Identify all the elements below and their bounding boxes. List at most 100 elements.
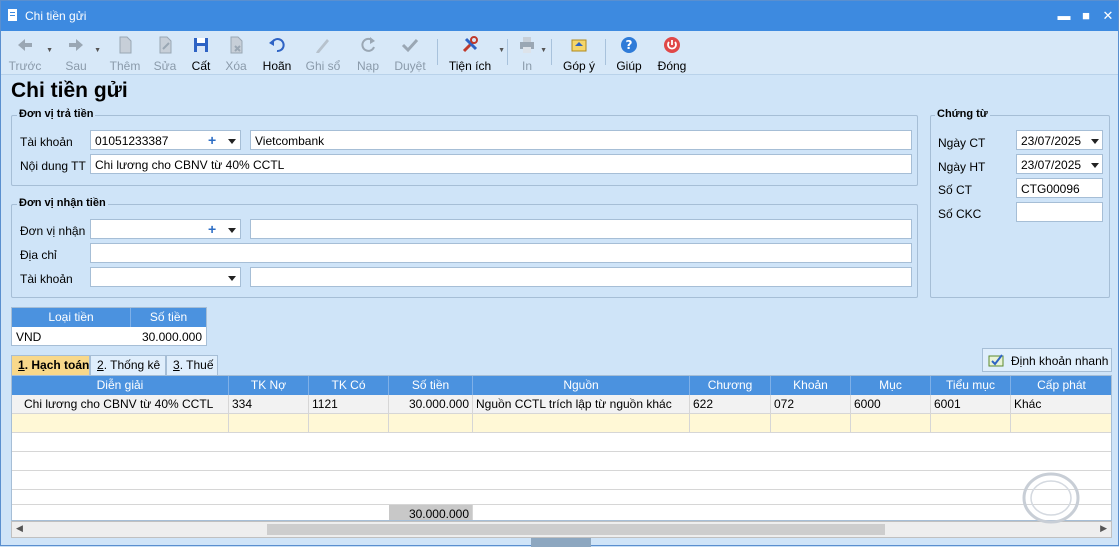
empty-cell[interactable] [389,414,473,432]
cell-dien-giai[interactable]: Chi lương cho CBNV từ 40% CCTL [12,395,229,413]
cell-tk-co[interactable]: 1121 [309,395,389,413]
cell-tieu-muc[interactable]: 6001 [931,395,1011,413]
payer-account-input[interactable]: 01051233387 [90,130,241,150]
toolbar-separator [507,39,508,65]
save-button[interactable]: Cất [188,33,214,73]
add-unit-icon[interactable]: + [208,222,216,236]
payee-address-input[interactable] [90,243,912,263]
scroll-right-icon[interactable]: ▶ [1100,523,1107,534]
scroll-left-icon[interactable]: ◀ [16,523,23,534]
grid-header-cap-phat[interactable]: Cấp phát [1011,376,1111,395]
chevron-down-icon[interactable] [1090,136,1100,146]
cell-chuong[interactable]: 622 [690,395,771,413]
cell-cap-phat[interactable]: Khác [1011,395,1111,413]
currency-table: Loại tiền Số tiền VND 30.000.000 [11,307,207,346]
payee-unit-name-input[interactable] [250,219,912,239]
grid-header-muc[interactable]: Mục [851,376,931,395]
date-ct-value: 23/07/2025 [1021,134,1082,148]
title-bar: Chi tiền gửi ▬ ■ ✕ [1,1,1118,31]
table-row-new[interactable] [12,414,1111,433]
help-button[interactable]: ? Giúp [614,33,644,73]
cell-khoan[interactable]: 072 [771,395,851,413]
quick-entry-button[interactable]: Định khoản nhanh [982,348,1112,372]
print-dropdown-icon[interactable]: ▼ [540,47,547,54]
post-button[interactable]: Ghi sổ [304,33,342,73]
feedback-button[interactable]: Góp ý [561,33,597,73]
grid-header-chuong[interactable]: Chương [690,376,771,395]
power-icon [664,37,680,53]
cell-so-tien[interactable]: 30.000.000 [389,395,473,413]
tab-thong-ke[interactable]: 2. Thống kê [90,355,166,375]
undo-icon [269,38,285,53]
so-ct-value: CTG00096 [1021,182,1080,196]
currency-amount-cell[interactable]: 30.000.000 [132,328,204,346]
chevron-down-icon[interactable] [1090,160,1100,170]
horizontal-scrollbar[interactable]: ◀ ▶ [11,521,1112,538]
next-button[interactable]: Sau ▼ [61,33,101,73]
tab-hach-toan[interactable]: 1. Hạch toán [11,355,90,375]
grid-header-so-tien[interactable]: Số tiền [389,376,473,395]
maximize-button[interactable]: ■ [1075,5,1097,27]
empty-cell[interactable] [229,414,309,432]
chevron-down-icon[interactable] [227,273,237,283]
table-row[interactable]: Chi lương cho CBNV từ 40% CCTL 334 1121 … [12,395,1111,414]
close-label: Đóng [657,59,687,73]
payer-bank-input[interactable]: Vietcombank [250,130,912,150]
empty-cell[interactable] [309,414,389,432]
payee-account-input[interactable] [90,267,241,287]
empty-cell[interactable] [690,414,771,432]
grid-header-dien-giai[interactable]: Diễn giải [12,376,229,395]
grid-header-tieu-muc[interactable]: Tiểu mục [931,376,1011,395]
so-ct-input[interactable]: CTG00096 [1016,178,1103,198]
add-label: Thêm [109,59,141,73]
edit-button[interactable]: Sửa [152,33,178,73]
utilities-button[interactable]: Tiện ích ▼ [447,33,505,73]
cell-tk-no[interactable]: 334 [229,395,309,413]
grid-header-khoan[interactable]: Khoản [771,376,851,395]
scrollbar-thumb[interactable] [267,524,885,535]
payee-group-title: Đơn vị nhận tiền [17,197,108,209]
prev-label: Trước [8,59,42,73]
tab-key: 1 [18,358,25,372]
empty-cell[interactable] [1011,414,1111,432]
reload-button[interactable]: Nạp [354,33,382,73]
chevron-down-icon[interactable] [227,136,237,146]
currency-type-cell[interactable]: VND [16,328,126,346]
cell-nguon[interactable]: Nguồn CCTL trích lập từ nguồn khác [473,395,690,413]
arrow-left-icon [18,39,32,51]
app-icon [8,9,17,21]
payee-account-name-input[interactable] [250,267,912,287]
chevron-down-icon[interactable] [227,225,237,235]
empty-cell[interactable] [473,414,690,432]
utilities-dropdown-icon[interactable]: ▼ [498,47,505,54]
grid-header-tk-no[interactable]: TK Nợ [229,376,309,395]
grid-header-nguon[interactable]: Nguồn [473,376,690,395]
empty-cell[interactable] [12,414,229,432]
empty-cell[interactable] [931,414,1011,432]
svg-text:?: ? [626,38,633,52]
add-button[interactable]: Thêm [108,33,142,73]
payer-content-input[interactable]: Chi lương cho CBNV từ 40% CCTL [90,154,912,174]
close-button[interactable]: Đóng [655,33,689,73]
empty-cell[interactable] [851,414,931,432]
cell-muc[interactable]: 6000 [851,395,931,413]
empty-cell[interactable] [771,414,851,432]
payee-unit-input[interactable] [90,219,241,239]
close-window-button[interactable]: ✕ [1097,5,1119,27]
grid-header-tk-co[interactable]: TK Có [309,376,389,395]
so-ckc-input[interactable] [1016,202,1103,222]
tab-thue[interactable]: 3. Thuế [166,355,218,375]
undo-button[interactable]: Hoãn [260,33,294,73]
checkmark-icon [401,38,419,53]
print-button[interactable]: In ▼ [515,33,547,73]
minimize-button[interactable]: ▬ [1053,5,1075,27]
next-dropdown-icon[interactable]: ▼ [94,47,101,54]
toolbar-separator [551,39,552,65]
prev-dropdown-icon[interactable]: ▼ [46,47,53,54]
delete-button[interactable]: Xóa [222,33,250,73]
edit-label: Sửa [153,59,177,73]
add-account-icon[interactable]: + [208,133,216,147]
approve-button[interactable]: Duyệt [392,33,428,73]
prev-button[interactable]: Trước ▼ [7,33,53,73]
reload-label: Nạp [356,59,379,73]
